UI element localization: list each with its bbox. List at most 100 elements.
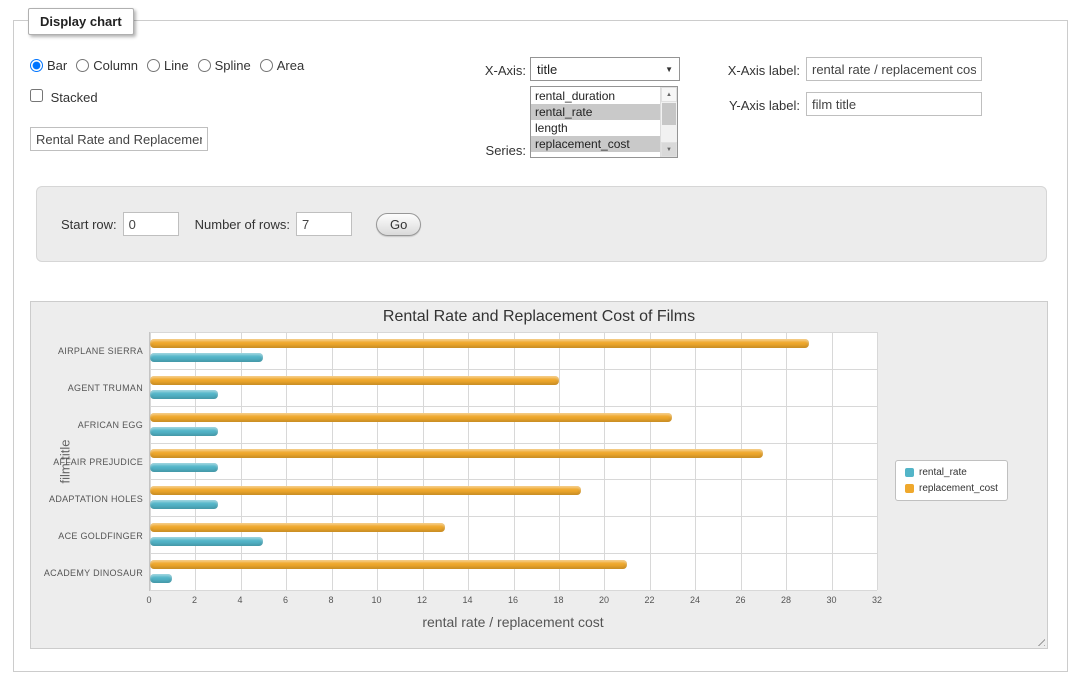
bar-rental_rate[interactable] xyxy=(150,574,172,583)
x-tick-label: 2 xyxy=(192,595,197,605)
scrollbar-thumb[interactable] xyxy=(662,103,676,125)
radio-spline-label: Spline xyxy=(215,58,251,73)
radio-area-input[interactable] xyxy=(260,59,273,72)
legend-label: rental_rate xyxy=(919,467,967,478)
x-tick-label: 8 xyxy=(328,595,333,605)
y-axis-label-input[interactable] xyxy=(806,92,982,116)
start-row-label: Start row: xyxy=(61,217,117,232)
radio-column-input[interactable] xyxy=(76,59,89,72)
scroll-up-icon[interactable]: ▲ xyxy=(661,87,677,102)
legend-swatch-icon xyxy=(905,484,914,493)
stacked-checkbox[interactable] xyxy=(30,89,43,102)
radio-column-label: Column xyxy=(93,58,138,73)
radio-line-input[interactable] xyxy=(147,59,160,72)
stacked-label: Stacked xyxy=(51,90,98,105)
series-option-length[interactable]: length xyxy=(531,120,660,136)
series-option-rental-duration[interactable]: rental_duration xyxy=(531,88,660,104)
series-option-rental-rate[interactable]: rental_rate xyxy=(531,104,660,120)
legend-item-replacement_cost[interactable]: replacement_cost xyxy=(905,483,998,494)
bar-group xyxy=(150,443,877,480)
series-listbox: rental_duration rental_rate length repla… xyxy=(530,86,678,158)
bar-replacement_cost[interactable] xyxy=(150,449,763,458)
y-axis-label-label: Y-Axis label: xyxy=(704,98,800,113)
chart-legend: rental_rate replacement_cost xyxy=(895,460,1008,501)
bar-replacement_cost[interactable] xyxy=(150,523,445,532)
category-label: ACE GOLDFINGER xyxy=(51,517,143,554)
category-label: AFFAIR PREJUDICE xyxy=(51,443,143,480)
radio-bar-input[interactable] xyxy=(30,59,43,72)
radio-column[interactable]: Column xyxy=(76,58,138,73)
x-tick-label: 4 xyxy=(237,595,242,605)
category-label: ACADEMY DINOSAUR xyxy=(51,554,143,591)
chart-title-input[interactable] xyxy=(30,127,208,151)
x-axis-label-input[interactable] xyxy=(806,57,982,81)
bar-rental_rate[interactable] xyxy=(150,463,218,472)
bar-group xyxy=(150,332,877,369)
x-tick-label: 30 xyxy=(826,595,836,605)
bar-replacement_cost[interactable] xyxy=(150,486,581,495)
chart-type-radio-group: Bar Column Line Spline Area xyxy=(30,58,313,73)
x-tick-label: 22 xyxy=(644,595,654,605)
bar-rental_rate[interactable] xyxy=(150,537,263,546)
bar-replacement_cost[interactable] xyxy=(150,339,809,348)
x-tick-label: 18 xyxy=(553,595,563,605)
bar-rental_rate[interactable] xyxy=(150,500,218,509)
category-label: ADAPTATION HOLES xyxy=(51,480,143,517)
bar-rental_rate[interactable] xyxy=(150,427,218,436)
x-tick-label: 14 xyxy=(462,595,472,605)
radio-spline-input[interactable] xyxy=(198,59,211,72)
num-rows-label: Number of rows: xyxy=(195,217,290,232)
fieldset-legend: Display chart xyxy=(28,8,134,35)
series-option-list: rental_duration rental_rate length repla… xyxy=(531,87,660,157)
x-tick-label: 26 xyxy=(735,595,745,605)
plot-area xyxy=(149,332,877,591)
legend-swatch-icon xyxy=(905,468,914,477)
radio-area-label: Area xyxy=(277,58,304,73)
x-tick-label: 10 xyxy=(371,595,381,605)
bar-replacement_cost[interactable] xyxy=(150,560,627,569)
x-axis-selected-value: title xyxy=(537,62,557,77)
x-axis-select[interactable]: title ▼ xyxy=(530,57,680,81)
x-axis-tick-labels: 02468101214161820222426283032 xyxy=(149,595,877,607)
bar-replacement_cost[interactable] xyxy=(150,413,672,422)
scroll-down-icon[interactable]: ▼ xyxy=(661,142,677,157)
display-chart-fieldset: Display chart Bar Column Line Spline Are… xyxy=(13,20,1068,672)
x-tick-label: 0 xyxy=(146,595,151,605)
x-tick-label: 20 xyxy=(599,595,609,605)
category-label: AGENT TRUMAN xyxy=(51,369,143,406)
stacked-checkbox-label-wrap[interactable]: Stacked xyxy=(30,89,98,105)
x-tick-label: 24 xyxy=(690,595,700,605)
legend-label: replacement_cost xyxy=(919,483,998,494)
start-row-input[interactable] xyxy=(123,212,179,236)
radio-bar-label: Bar xyxy=(47,58,67,73)
radio-area[interactable]: Area xyxy=(260,58,304,73)
radio-bar[interactable]: Bar xyxy=(30,58,67,73)
category-label: AFRICAN EGG xyxy=(51,406,143,443)
series-option-replacement-cost[interactable]: replacement_cost xyxy=(531,136,660,152)
x-tick-label: 32 xyxy=(872,595,882,605)
x-axis-label-label: X-Axis label: xyxy=(704,63,800,78)
legend-item-rental_rate[interactable]: rental_rate xyxy=(905,467,998,478)
num-rows-input[interactable] xyxy=(296,212,352,236)
radio-spline[interactable]: Spline xyxy=(198,58,251,73)
stacked-row: Stacked xyxy=(30,89,98,105)
category-label: AIRPLANE SIERRA xyxy=(51,332,143,369)
x-axis-title: rental rate / replacement cost xyxy=(149,614,877,630)
go-button[interactable]: Go xyxy=(376,213,421,236)
gridline-vertical xyxy=(877,332,878,590)
listbox-scrollbar[interactable]: ▲ ▼ xyxy=(660,87,677,157)
bar-group xyxy=(150,479,877,516)
x-axis-select-label: X-Axis: xyxy=(454,63,526,78)
bar-rental_rate[interactable] xyxy=(150,390,218,399)
row-range-panel: Start row: Number of rows: Go xyxy=(36,186,1047,262)
bar-replacement_cost[interactable] xyxy=(150,376,559,385)
row-range-controls: Start row: Number of rows: Go xyxy=(61,212,421,236)
category-axis-labels: AIRPLANE SIERRAAGENT TRUMANAFRICAN EGGAF… xyxy=(51,332,143,591)
x-tick-label: 16 xyxy=(508,595,518,605)
radio-line-label: Line xyxy=(164,58,189,73)
chart-panel: Rental Rate and Replacement Cost of Film… xyxy=(30,301,1048,649)
bar-rental_rate[interactable] xyxy=(150,353,263,362)
resize-handle-icon[interactable] xyxy=(1034,635,1045,646)
bar-group xyxy=(150,516,877,553)
radio-line[interactable]: Line xyxy=(147,58,189,73)
